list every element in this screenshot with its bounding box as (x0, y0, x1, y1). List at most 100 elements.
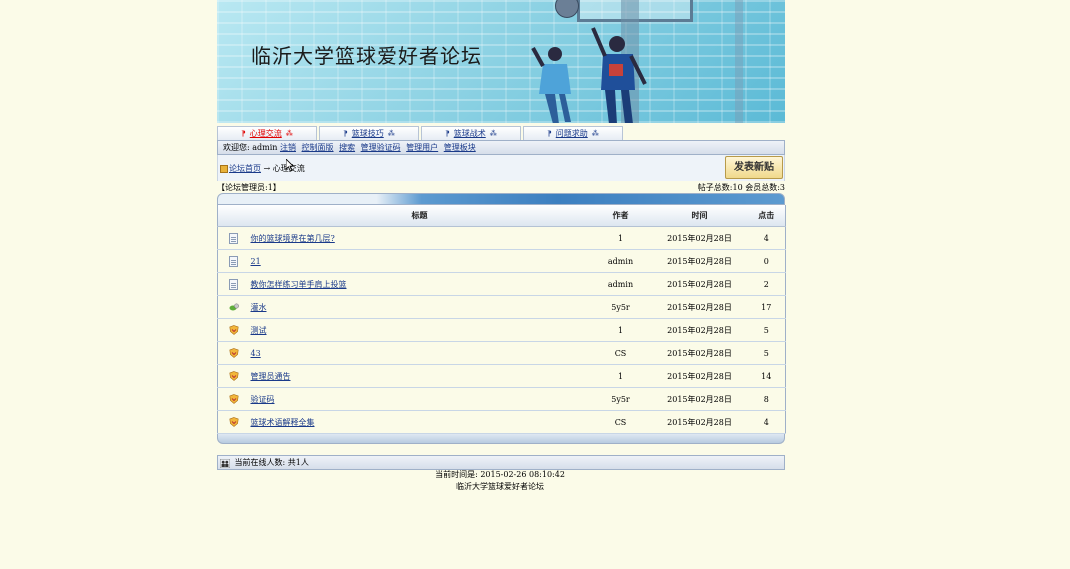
tab-psychology[interactable]: ⁋ 心理交流 ⁂ (217, 126, 317, 140)
forum-meta: 【论坛管理员:1】 帖子总数:10 会员总数:3 (217, 182, 785, 192)
hoop-post-graphic (735, 0, 743, 123)
topic-time: 2015年02月28日 (651, 249, 748, 273)
title-column-header: 标题 (249, 205, 590, 227)
topic-author: admin (589, 272, 652, 296)
topic-time: 2015年02月28日 (651, 272, 748, 296)
topic-icon-cell (217, 295, 250, 319)
topic-icon-cell (217, 249, 250, 273)
locked-topic-icon (229, 417, 239, 427)
topic-title-link[interactable]: 你的篮球境界在第几层? (251, 234, 335, 243)
table-footer-decoration (217, 434, 785, 444)
time-column-header: 时间 (651, 205, 748, 227)
topic-clicks: 5 (747, 341, 786, 365)
topic-title-cell: 21 (249, 249, 590, 273)
table-row: 管理员通告 1 2015年02月28日 14 (217, 364, 786, 388)
forum-container: 临沂大学篮球爱好者论坛 ⁋ 心理交流 ⁂ ⁋ 篮球技巧 ⁂ ⁋ 篮球战术 ⁂ ⁋ 问题求助 ⁂ … (217, 0, 786, 470)
topic-title-link[interactable]: 灌水 (251, 303, 267, 312)
breadcrumb-home-link[interactable]: 论坛首页 (229, 164, 261, 173)
topic-time: 2015年02月28日 (651, 318, 748, 342)
tab-left-ornament-icon: ⁋ (547, 130, 552, 138)
topic-title-link[interactable]: 篮球术语解释全集 (251, 418, 315, 427)
manage-boards-link[interactable]: 管理板块 (444, 143, 476, 152)
topic-time: 2015年02月28日 (651, 387, 748, 411)
topic-title-cell: 43 (249, 341, 590, 365)
topic-icon-cell (217, 364, 250, 388)
topic-clicks: 4 (747, 226, 786, 250)
topic-clicks: 4 (747, 410, 786, 434)
player-silhouette-icon (531, 47, 571, 123)
welcome-prefix: 欢迎您: (223, 143, 250, 152)
breadcrumb-bar: 论坛首页 → 心理交流 发表新贴 (217, 155, 785, 181)
mouse-cursor-icon (286, 159, 294, 172)
tab-tactics[interactable]: ⁋ 篮球战术 ⁂ (421, 126, 521, 140)
topic-title-link[interactable]: 测试 (251, 326, 267, 335)
table-row: 21 admin 2015年02月28日 0 (217, 249, 786, 273)
topic-time: 2015年02月28日 (651, 410, 748, 434)
footer-time: 当前时间是: 2015-02-26 08:10:42 (435, 470, 565, 479)
table-row: 43 CS 2015年02月28日 5 (217, 341, 786, 365)
table-row: 篮球术语解释全集 CS 2015年02月28日 4 (217, 410, 786, 434)
topic-title-link[interactable]: 验证码 (251, 395, 275, 404)
table-header-decoration (217, 193, 785, 205)
locked-topic-icon (229, 371, 239, 381)
topic-title-cell: 测试 (249, 318, 590, 342)
table-row: 灌水 5y5r 2015年02月28日 17 (217, 295, 786, 319)
topic-title-cell: 篮球术语解释全集 (249, 410, 590, 434)
topic-author: 1 (589, 364, 652, 388)
forum-title: 临沂大学篮球爱好者论坛 (251, 44, 482, 68)
topic-author: 1 (589, 318, 652, 342)
tab-skills[interactable]: ⁋ 篮球技巧 ⁂ (319, 126, 419, 140)
table-row: 教你怎样练习单手肩上投篮 admin 2015年02月28日 2 (217, 272, 786, 296)
topic-title-cell: 你的篮球境界在第几层? (249, 226, 590, 250)
tab-left-ornament-icon: ⁋ (343, 130, 348, 138)
topic-table: 标题 作者 时间 点击 你的篮球境界在第几层? 1 2015年02月28日 4 21 ad… (217, 205, 786, 434)
table-row: 测试 1 2015年02月28日 5 (217, 318, 786, 342)
topic-clicks: 2 (747, 272, 786, 296)
online-users-bar: 当前在线人数: 共1人 (217, 455, 785, 470)
online-users-icon (220, 458, 230, 468)
forum-stats: 帖子总数:10 会员总数:3 (697, 183, 785, 192)
new-post-button[interactable]: 发表新贴 (725, 156, 783, 179)
topic-author: CS (589, 341, 652, 365)
welcome-bar: 欢迎您: admin 注销 控制面版 搜索 管理验证码 管理用户 管理板块 (217, 140, 785, 155)
manage-captcha-link[interactable]: 管理验证码 (361, 143, 401, 152)
topic-icon-cell (217, 272, 250, 296)
control-panel-link[interactable]: 控制面版 (302, 143, 334, 152)
topic-icon-cell (217, 318, 250, 342)
logout-link[interactable]: 注销 (280, 143, 296, 152)
tab-right-ornament-icon: ⁂ (387, 130, 395, 138)
topic-title-cell: 灌水 (249, 295, 590, 319)
tab-left-ornament-icon: ⁋ (241, 130, 246, 138)
search-link[interactable]: 搜索 (339, 143, 355, 152)
topic-title-link[interactable]: 21 (251, 257, 261, 266)
topic-title-link[interactable]: 教你怎样练习单手肩上投篮 (251, 280, 347, 289)
topic-author: 1 (589, 226, 652, 250)
topic-title-link[interactable]: 管理员通告 (251, 372, 291, 381)
table-row: 验证码 5y5r 2015年02月28日 8 (217, 387, 786, 411)
topic-time: 2015年02月28日 (651, 226, 748, 250)
forum-banner: 临沂大学篮球爱好者论坛 (217, 0, 785, 123)
section-tabs: ⁋ 心理交流 ⁂ ⁋ 篮球技巧 ⁂ ⁋ 篮球战术 ⁂ ⁋ 问题求助 ⁂ (217, 126, 785, 140)
topic-icon-cell (217, 226, 250, 250)
tab-right-ornament-icon: ⁂ (591, 130, 599, 138)
topic-clicks: 5 (747, 318, 786, 342)
topic-icon-cell (217, 410, 250, 434)
locked-topic-icon (229, 394, 239, 404)
topic-author: 5y5r (589, 295, 652, 319)
topic-clicks: 8 (747, 387, 786, 411)
basketball-icon (555, 0, 579, 18)
topic-icon-cell (217, 387, 250, 411)
topic-clicks: 14 (747, 364, 786, 388)
manage-users-link[interactable]: 管理用户 (406, 143, 438, 152)
home-icon (220, 165, 228, 173)
topic-title-link[interactable]: 43 (251, 349, 261, 358)
author-column-header: 作者 (589, 205, 652, 227)
topic-author: admin (589, 249, 652, 273)
tab-left-ornament-icon: ⁋ (445, 130, 450, 138)
topic-title-cell: 教你怎样练习单手肩上投篮 (249, 272, 590, 296)
topic-clicks: 17 (747, 295, 786, 319)
table-header-row: 标题 作者 时间 点击 (217, 205, 786, 227)
topic-author: CS (589, 410, 652, 434)
tab-help[interactable]: ⁋ 问题求助 ⁂ (523, 126, 623, 140)
topic-doc-icon (229, 255, 239, 267)
